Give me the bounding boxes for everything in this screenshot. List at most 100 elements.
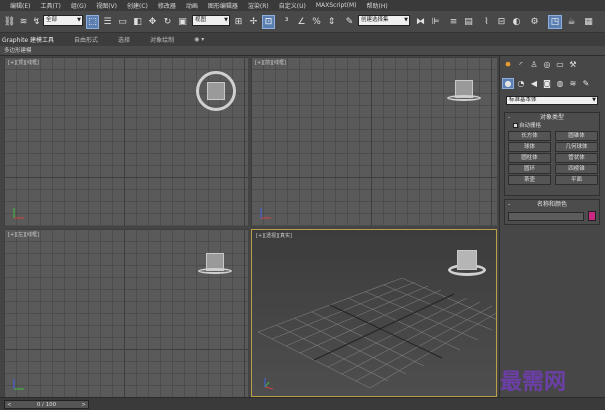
viewcube-icon[interactable] — [457, 250, 477, 270]
menu-rendering[interactable]: 渲染(R) — [248, 1, 269, 10]
menu-group[interactable]: 组(G) — [71, 1, 86, 10]
select-manipulate-icon[interactable]: ✢ — [247, 15, 260, 29]
render-setup-icon[interactable]: ⚙ — [528, 15, 541, 29]
select-by-name-icon[interactable]: ☰ — [101, 15, 114, 29]
schematic-view-icon[interactable]: ⊟ — [495, 15, 508, 29]
ribbon-tab-freeform[interactable]: 自由形式 — [74, 35, 98, 44]
tube-button[interactable]: 管状体 — [555, 153, 598, 163]
autogrid-checkbox[interactable]: 自动栅格 — [505, 122, 599, 130]
rotate-icon[interactable]: ↻ — [161, 15, 174, 29]
menu-bar: 编辑(E) 工具(T) 组(G) 视图(V) 创建(C) 修改器 动画 图形编辑… — [0, 0, 605, 11]
sphere-button[interactable]: 球体 — [508, 142, 551, 152]
systems-icon[interactable]: ✎ — [580, 78, 592, 89]
menu-create[interactable]: 创建(C) — [127, 1, 148, 10]
app-window: 编辑(E) 工具(T) 组(G) 视图(V) 创建(C) 修改器 动画 图形编辑… — [0, 0, 605, 410]
graphite-ribbon-icon[interactable]: ▤ — [462, 15, 475, 29]
viewport-front-label[interactable]: [+][前][线框] — [255, 59, 286, 66]
render-iterative-icon[interactable]: ▦ — [582, 15, 595, 29]
viewcube-ring-icon[interactable] — [198, 268, 232, 274]
menu-modifiers[interactable]: 修改器 — [158, 1, 176, 10]
pyramid-button[interactable]: 四棱锥 — [555, 164, 598, 174]
ribbon-panel-label[interactable]: 多边形建模 — [0, 46, 605, 56]
box-button[interactable]: 长方体 — [508, 131, 551, 141]
utilities-tab-icon[interactable]: ⚒ — [567, 59, 579, 70]
menu-graph-editors[interactable]: 图形编辑器 — [208, 1, 238, 10]
time-prev-icon[interactable]: < — [7, 402, 12, 408]
cameras-icon[interactable]: ◙ — [541, 78, 553, 89]
viewcube-ring-icon[interactable] — [447, 95, 481, 101]
material-editor-icon[interactable]: ◐ — [510, 15, 523, 29]
curve-editor-icon[interactable]: ⌇ — [480, 15, 493, 29]
checkbox-icon[interactable] — [513, 123, 518, 128]
collapse-icon[interactable]: - — [508, 200, 510, 209]
viewport-top-label[interactable]: [+][顶][线框] — [8, 59, 39, 66]
object-name-field[interactable] — [508, 212, 584, 221]
time-slider[interactable]: < 0 / 100 > — [4, 400, 89, 409]
object-color-swatch[interactable] — [588, 211, 596, 221]
pivot-center-icon[interactable]: ⊞ — [232, 15, 245, 29]
rectangle-selection-icon[interactable]: ▭ — [116, 15, 129, 29]
menu-maxscript[interactable]: MAXScript(M) — [316, 2, 357, 9]
helpers-icon[interactable]: ◍ — [554, 78, 566, 89]
viewcube-icon[interactable] — [207, 82, 225, 100]
viewport-top[interactable]: [+][顶][线框] — [4, 57, 248, 226]
ribbon-options-icon[interactable]: ◉ ▾ — [194, 36, 204, 43]
motion-tab-icon[interactable]: ◎ — [541, 59, 553, 70]
angle-snap-icon[interactable]: ∠ — [295, 15, 308, 29]
geometry-icon[interactable]: ● — [502, 78, 514, 89]
modify-tab-icon[interactable]: ◜ — [515, 59, 527, 70]
unlink-icon[interactable]: ≋ — [17, 15, 30, 29]
select-link-icon[interactable]: ⛓ — [3, 15, 16, 29]
mirror-icon[interactable]: ⧓ — [414, 15, 427, 29]
snaps-toggle-icon[interactable]: ³ — [280, 15, 293, 29]
selection-filter-dropdown[interactable]: 全部 — [43, 15, 83, 26]
geometry-category-dropdown[interactable]: 标准基本体 — [506, 96, 598, 105]
edit-named-selection-icon[interactable]: ✎ — [343, 15, 356, 29]
display-tab-icon[interactable]: ▭ — [554, 59, 566, 70]
viewport-perspective[interactable]: [+][透视][真实] — [251, 229, 497, 397]
lights-icon[interactable]: ◀ — [528, 78, 540, 89]
rendered-frame-window-icon[interactable]: ◳ — [548, 15, 562, 29]
keyboard-shortcut-override-icon[interactable]: ⊡ — [262, 15, 275, 29]
named-selection-dropdown[interactable]: 创建选择集 — [358, 15, 410, 26]
menu-views[interactable]: 视图(V) — [96, 1, 117, 10]
create-category-icons: ● ◔ ◀ ◙ ◍ ≋ ✎ — [502, 78, 593, 90]
torus-button[interactable]: 圆环 — [508, 164, 551, 174]
percent-snap-icon[interactable]: % — [310, 15, 323, 29]
viewport-left-label[interactable]: [+][左][线框] — [8, 231, 39, 238]
menu-tools[interactable]: 工具(T) — [40, 1, 60, 10]
name-color-rollout: - 名称和颜色 — [504, 199, 600, 225]
shapes-icon[interactable]: ◔ — [515, 78, 527, 89]
cylinder-button[interactable]: 圆柱体 — [508, 153, 551, 163]
space-warps-icon[interactable]: ≋ — [567, 78, 579, 89]
viewport-front[interactable]: [+][前][线框] — [251, 57, 497, 226]
scale-icon[interactable]: ▣ — [176, 15, 189, 29]
geosphere-button[interactable]: 几何球体 — [555, 142, 598, 152]
menu-help[interactable]: 帮助(H) — [367, 1, 388, 10]
teapot-button[interactable]: 茶壶 — [508, 175, 551, 185]
plane-button[interactable]: 平面 — [555, 175, 598, 185]
menu-edit[interactable]: 编辑(E) — [10, 1, 30, 10]
object-type-header[interactable]: - 对象类型 — [505, 113, 599, 122]
ribbon-tab-object-paint[interactable]: 对象绘制 — [150, 35, 174, 44]
ribbon-tab-selection[interactable]: 选择 — [118, 35, 130, 44]
reference-coordinate-dropdown[interactable]: 视图 — [192, 15, 230, 26]
bind-space-warp-icon[interactable]: ↯ — [31, 15, 42, 29]
create-tab-icon[interactable]: ✸ — [502, 59, 514, 70]
cone-button[interactable]: 圆锥体 — [555, 131, 598, 141]
menu-animation[interactable]: 动画 — [186, 1, 198, 10]
select-object-icon[interactable]: ⬚ — [86, 15, 99, 29]
viewport-left[interactable]: [+][左][线框] — [4, 229, 248, 397]
ribbon-tab-graphite[interactable]: Graphite 建模工具 — [2, 35, 54, 44]
move-icon[interactable]: ✥ — [146, 15, 159, 29]
align-icon[interactable]: ⊫ — [429, 15, 442, 29]
name-color-header[interactable]: - 名称和颜色 — [505, 200, 599, 209]
collapse-icon[interactable]: - — [508, 113, 510, 122]
hierarchy-tab-icon[interactable]: ♙ — [528, 59, 540, 70]
layer-manager-icon[interactable]: ≡ — [447, 15, 460, 29]
menu-customize[interactable]: 自定义(U) — [279, 1, 306, 10]
spinner-snap-icon[interactable]: ⇕ — [325, 15, 338, 29]
render-production-icon[interactable]: ☕ — [565, 15, 578, 29]
window-crossing-icon[interactable]: ◧ — [131, 15, 144, 29]
time-next-icon[interactable]: > — [81, 402, 86, 408]
